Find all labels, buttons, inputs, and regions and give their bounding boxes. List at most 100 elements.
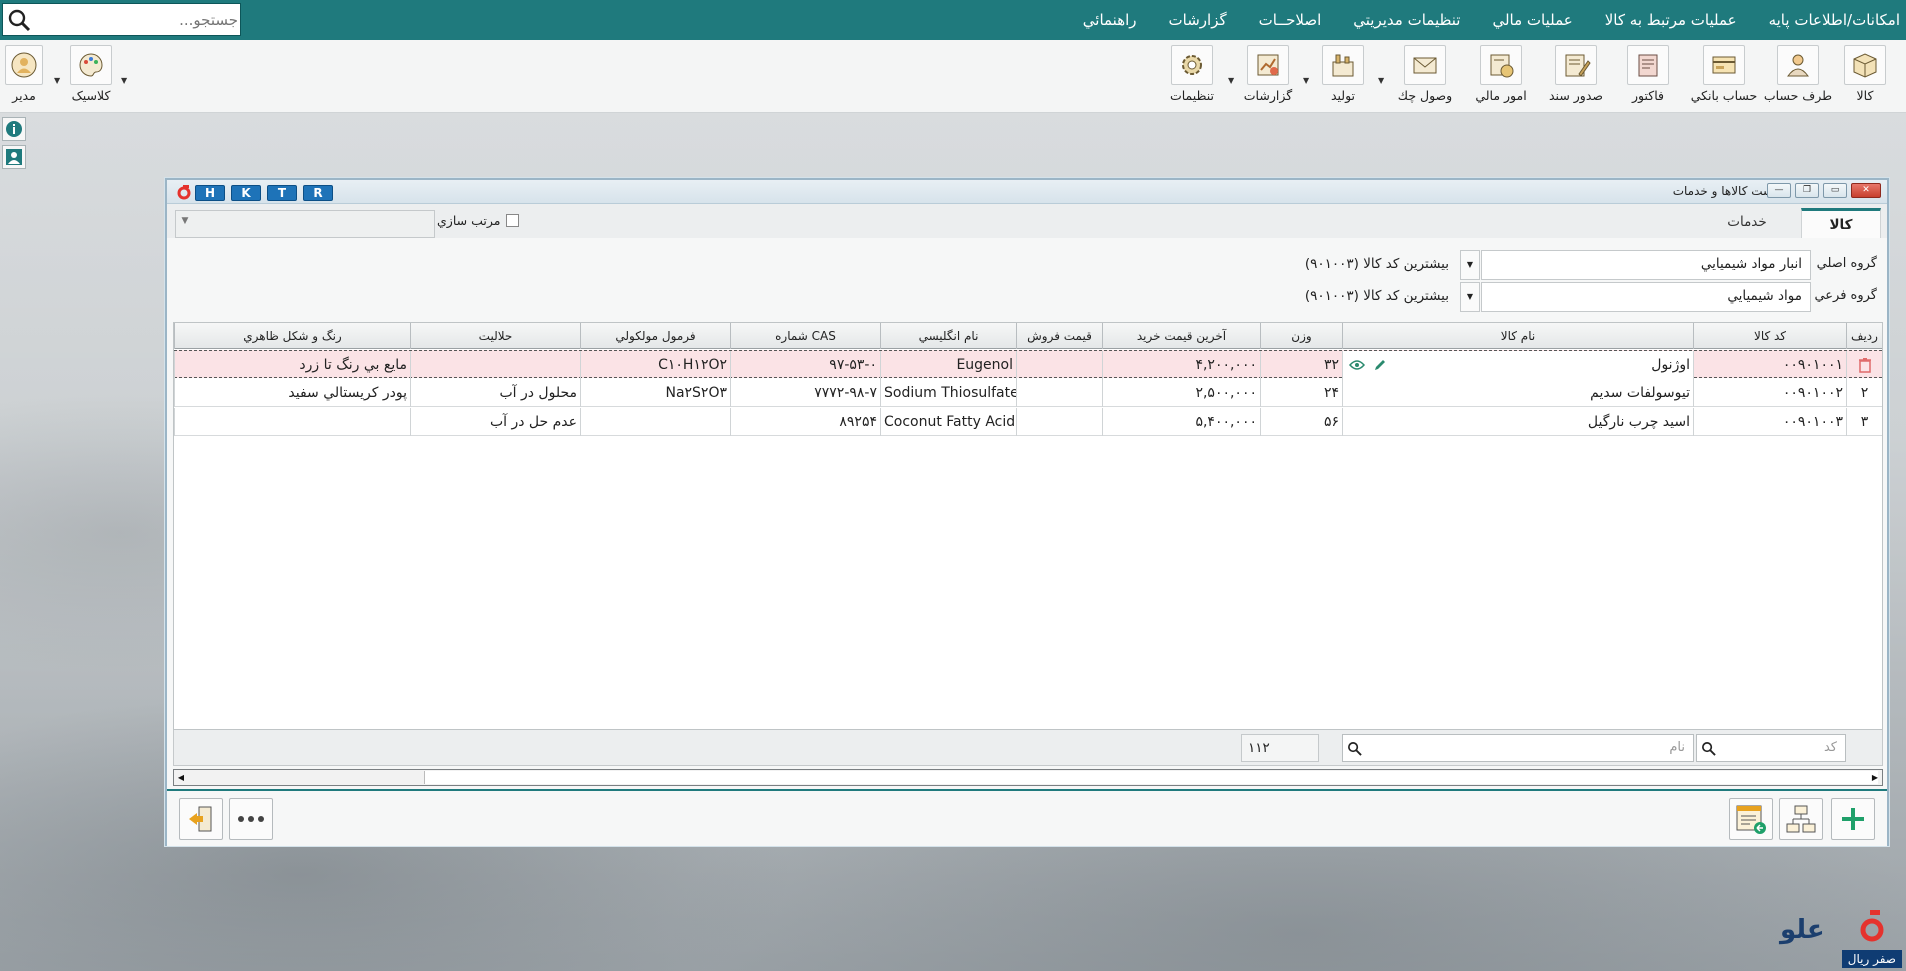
info-button[interactable] — [2, 117, 26, 141]
col-weight[interactable]: وزن — [1260, 323, 1342, 349]
minimize-button[interactable]: — — [1767, 183, 1791, 198]
toolbar-cheque-receipt-button[interactable]: وصول چك — [1390, 45, 1460, 107]
theme-dropdown-caret[interactable]: ▼ — [121, 76, 127, 85]
hotkey-t-button[interactable]: T — [267, 185, 297, 201]
menu-financial-operations[interactable]: عمليات مالي — [1492, 11, 1572, 29]
more-options-button[interactable] — [229, 798, 273, 840]
scroll-right-arrow[interactable]: ▶ — [1868, 770, 1882, 785]
add-button[interactable] — [1831, 798, 1875, 840]
cell-formula: C۱۰H۱۲O۲ — [580, 351, 730, 379]
toolbar-issue-document-button[interactable]: صدور سند — [1541, 45, 1611, 107]
envelope-icon — [1404, 45, 1446, 85]
hotkey-h-button[interactable]: H — [195, 185, 225, 201]
tab-services[interactable]: خدمات — [1707, 208, 1787, 238]
contact-icon — [6, 149, 22, 165]
col-english-name[interactable]: نام انگليسي — [880, 323, 1016, 349]
toolbar-goods-button[interactable]: کالا — [1830, 45, 1900, 107]
view-eye-icon[interactable] — [1349, 359, 1365, 371]
toolbar-account-party-button[interactable]: طرف حساب — [1763, 45, 1833, 107]
scroll-left-arrow[interactable]: ◀ — [174, 770, 188, 785]
sort-label: مرتب سازي — [437, 213, 501, 228]
trash-icon[interactable] — [1858, 357, 1872, 373]
hotkey-k-button[interactable]: K — [231, 185, 261, 201]
sub-group-input[interactable]: مواد شيميايي — [1481, 282, 1811, 312]
brand-logo: علو — [1778, 910, 1884, 945]
toolbar-bank-account-button[interactable]: حساب بانکي — [1689, 45, 1759, 107]
cell-cas: ۸۹۲۵۴ — [730, 408, 880, 436]
user-dropdown-caret[interactable]: ▼ — [54, 76, 60, 85]
name-filter-input[interactable]: نام — [1342, 734, 1694, 762]
settings-dropdown-caret[interactable]: ▼ — [1228, 76, 1234, 85]
col-appearance[interactable]: رنگ و شکل ظاهري — [174, 323, 410, 349]
cell-appearance — [174, 408, 410, 436]
reports-dropdown-caret[interactable]: ▼ — [1303, 76, 1309, 85]
cell-code: ۰۰۹۰۱۰۰۳ — [1693, 408, 1846, 436]
table-row[interactable]: ۳ ۰۰۹۰۱۰۰۳ اسيد چرب نارگيل ۵۶ ۵,۴۰۰,۰۰۰ … — [174, 408, 1882, 436]
import-list-button[interactable] — [1729, 798, 1773, 840]
sort-checkbox[interactable]: مرتب سازي — [437, 213, 520, 228]
cell-cas: ۹۷-۵۳-۰ — [730, 351, 880, 379]
hotkey-r-button[interactable]: R — [303, 185, 333, 201]
hierarchy-button[interactable] — [1779, 798, 1823, 840]
code-filter-input[interactable]: کد — [1696, 734, 1846, 762]
col-last-price[interactable]: آخرين قيمت خريد — [1102, 323, 1260, 349]
col-cas[interactable]: CAS شماره — [730, 323, 880, 349]
toolbar-reports-button[interactable]: گزارشات — [1233, 45, 1303, 107]
toolbar-financial-button[interactable]: امور مالي — [1466, 45, 1536, 107]
cell-english-name: Sodium Thiosulfate — [880, 379, 1016, 407]
grid-footer-filter: ۱۱۲ نام کد — [173, 730, 1883, 766]
menu-goods-operations[interactable]: عمليات مرتبط به کالا — [1605, 11, 1737, 29]
row-count: ۱۱۲ — [1241, 734, 1319, 762]
menu-corrections[interactable]: اصلاحــات — [1259, 11, 1322, 29]
sort-checkbox-box[interactable] — [506, 214, 520, 227]
exit-door-icon — [189, 806, 212, 832]
search-icon[interactable] — [7, 8, 31, 32]
finance-icon — [1480, 45, 1522, 85]
main-group-input[interactable]: انبار مواد شيميايي — [1481, 250, 1811, 280]
col-index[interactable]: رديف — [1846, 323, 1882, 349]
window-title-bar: H K T R ليست کالاها و خدمات — ❐ ▭ ✕ — [167, 180, 1887, 204]
menu-management-settings[interactable]: تنظيمات مديريتي — [1353, 11, 1460, 29]
edit-pencil-icon[interactable] — [1373, 358, 1387, 372]
cell-appearance: مايع بي رنگ تا زرد — [174, 351, 410, 379]
cell-code: ۰۰۹۰۱۰۰۱ — [1693, 351, 1846, 379]
menu-help[interactable]: راهنمائي — [1083, 11, 1137, 29]
sort-combo[interactable]: ▼ — [175, 210, 435, 238]
menu-basic-info[interactable]: امکانات/اطلاعات پايه — [1769, 11, 1900, 29]
row-delete-cell — [1846, 351, 1882, 379]
search-input[interactable] — [33, 4, 238, 35]
col-name[interactable]: نام کالا — [1342, 323, 1693, 349]
cell-code: ۰۰۹۰۱۰۰۲ — [1693, 379, 1846, 407]
table-row[interactable]: ۲ ۰۰۹۰۱۰۰۲ تيوسولفات سديم ۲۴ ۲,۵۰۰,۰۰۰ S… — [174, 379, 1882, 407]
cell-name-editor[interactable]: اوژنول — [1342, 351, 1693, 379]
tab-goods[interactable]: کالا — [1801, 208, 1881, 238]
scroll-thumb[interactable] — [424, 771, 1878, 784]
maximize-button[interactable]: ▭ — [1823, 183, 1847, 198]
app-logo-icon — [177, 185, 191, 200]
col-sale-price[interactable]: قيمت فروش — [1016, 323, 1102, 349]
main-group-max-code: بيشترين کد کالا (۹۰۱۰۰۳) — [1304, 256, 1449, 272]
exit-button[interactable] — [179, 798, 223, 840]
search-icon — [1702, 742, 1716, 756]
hierarchy-icon — [1786, 805, 1816, 833]
menu-reports[interactable]: گزارشات — [1169, 11, 1227, 29]
close-button[interactable]: ✕ — [1851, 183, 1881, 198]
contact-button[interactable] — [2, 145, 26, 169]
main-menu-bar: امکانات/اطلاعات پايه عمليات مرتبط به کال… — [0, 0, 1906, 40]
toolbar-settings-button[interactable]: تنظيمات — [1157, 45, 1227, 107]
col-formula[interactable]: فرمول مولکولي — [580, 323, 730, 349]
main-group-dropdown[interactable]: ▼ — [1460, 250, 1480, 280]
toolbar-user-button[interactable]: مدير — [0, 45, 59, 107]
name-filter-placeholder: نام — [1669, 740, 1685, 755]
toolbar-invoice-button[interactable]: فاکتور — [1613, 45, 1683, 107]
toolbar-production-button[interactable]: توليد — [1308, 45, 1378, 107]
toolbar-classic-theme-button[interactable]: کلاسيک — [56, 45, 126, 107]
sub-group-dropdown[interactable]: ▼ — [1460, 282, 1480, 312]
col-code[interactable]: کد کالا — [1693, 323, 1846, 349]
production-dropdown-caret[interactable]: ▼ — [1378, 76, 1384, 85]
horizontal-scrollbar[interactable]: ◀ ▶ — [173, 769, 1883, 786]
cell-english-name: Eugenol — [880, 351, 1016, 379]
table-row[interactable]: ۰۰۹۰۱۰۰۱ اوژنول ۳۲ ۴,۲۰۰,۰۰۰ Eugenol ۹۷-… — [174, 350, 1882, 379]
restore-button[interactable]: ❐ — [1795, 183, 1819, 198]
col-solubility[interactable]: حلاليت — [410, 323, 580, 349]
